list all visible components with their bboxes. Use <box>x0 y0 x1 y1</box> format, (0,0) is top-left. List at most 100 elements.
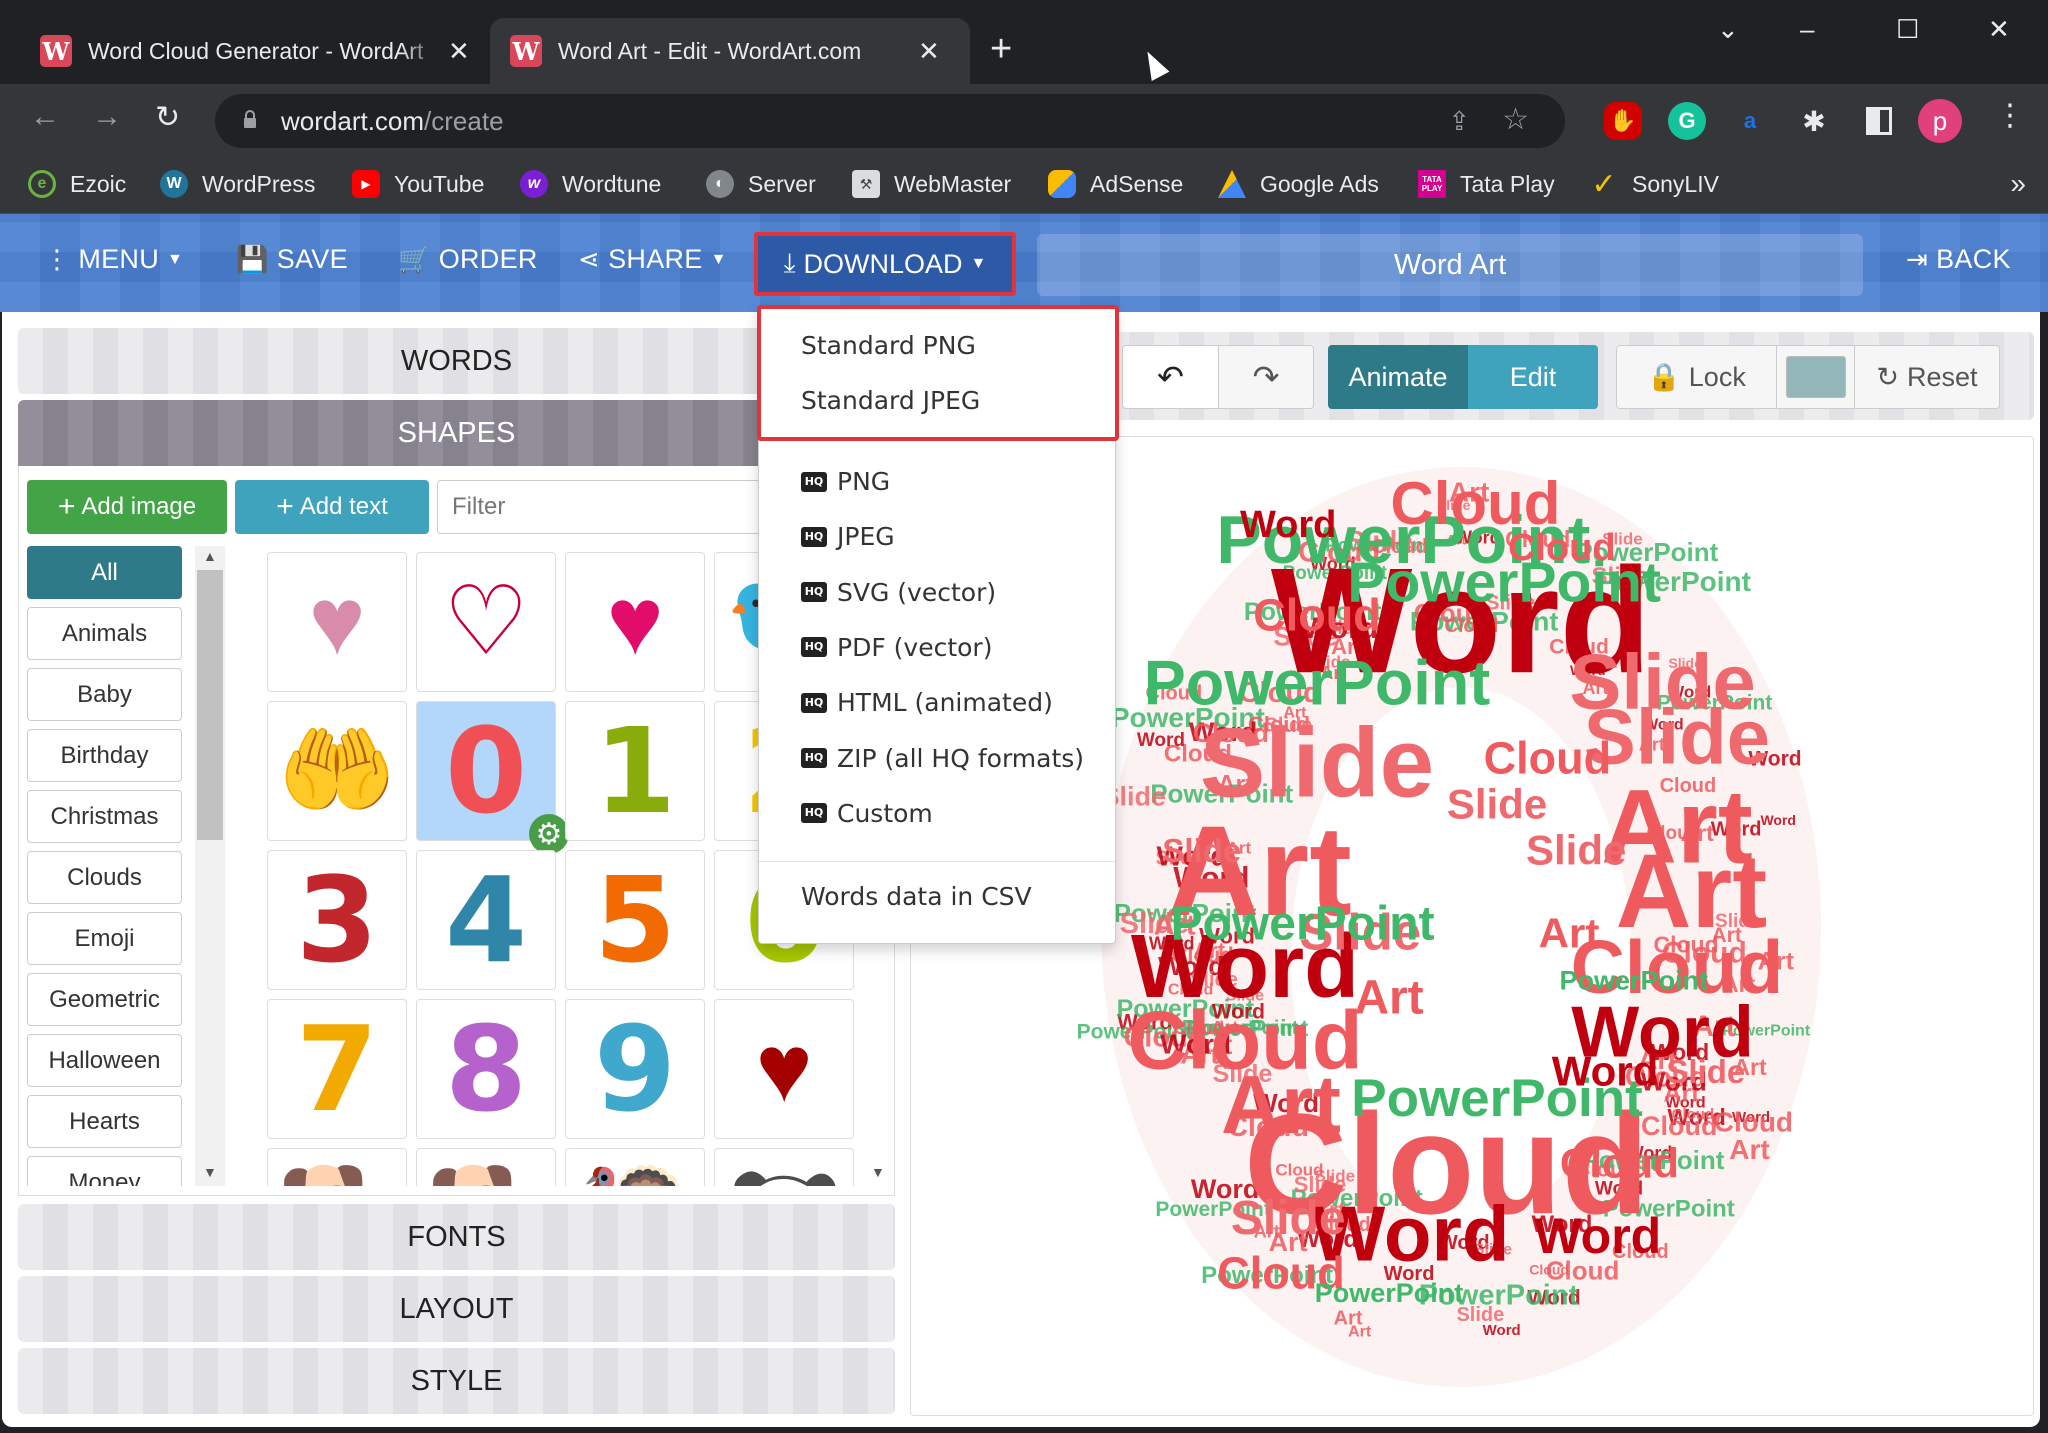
category-baby[interactable]: Baby <box>27 668 182 721</box>
share-button[interactable]: ⋖ SHARE ▼ <box>578 244 727 275</box>
forward-arrow-icon[interactable]: → <box>92 100 122 134</box>
scroll-down-icon[interactable]: ▼ <box>871 1164 885 1180</box>
number-9-shape[interactable]: 9 <box>565 999 705 1139</box>
back-arrow-icon[interactable]: ← <box>30 100 60 134</box>
animate-button[interactable]: Animate <box>1328 345 1468 409</box>
tab-word-art-edit[interactable]: W Word Art - Edit - WordArt.com ✕ <box>490 18 970 84</box>
minimize-button[interactable]: – <box>1800 14 1814 45</box>
number-8-shape[interactable]: 8 <box>416 999 556 1139</box>
number-5-shape[interactable]: 5 <box>565 850 705 990</box>
reload-icon[interactable]: ↻ <box>155 100 180 135</box>
bookmark-google-ads[interactable]: Google Ads <box>1218 170 1379 198</box>
cloud-word-powerpoint[interactable]: PowerPoint <box>1144 648 1491 718</box>
filter-input[interactable]: Filter <box>437 480 767 534</box>
maximize-button[interactable]: ☐ <box>1896 14 1919 45</box>
number-4-shape[interactable]: 4 <box>416 850 556 990</box>
bookmark-youtube[interactable]: ▶ YouTube <box>352 170 484 198</box>
cloud-word-art[interactable]: Art <box>1221 1058 1341 1151</box>
turkey-shape[interactable]: 🦃 <box>565 1148 705 1186</box>
bookmark-wordtune[interactable]: w Wordtune <box>520 170 661 198</box>
tab-search-chevron-icon[interactable]: ⌄ <box>1717 14 1739 45</box>
bookmark-wordpress[interactable]: W WordPress <box>160 170 315 198</box>
artwork-title-field[interactable]: Word Art <box>1037 234 1863 296</box>
scroll-down-icon[interactable]: ▼ <box>203 1164 217 1180</box>
cloud-word-art[interactable]: Art <box>1334 1308 1363 1330</box>
cloud-word-cloud[interactable]: Cloud <box>1641 1111 1717 1141</box>
cloud-word-word[interactable]: Word <box>1483 1322 1521 1339</box>
browser-menu-icon[interactable]: ⋮ <box>1995 98 2025 133</box>
number-3-shape[interactable]: 3 <box>267 850 407 990</box>
section-layout[interactable]: LAYOUT <box>18 1276 895 1342</box>
edit-button[interactable]: Edit <box>1468 345 1598 409</box>
category-clouds[interactable]: Clouds <box>27 851 182 904</box>
panda-shape[interactable]: 🐼 <box>714 1148 854 1186</box>
download-hq-html[interactable]: HQ HTML (animated) <box>801 688 1053 717</box>
download-hq-pdf[interactable]: HQ PDF (vector) <box>801 633 992 662</box>
category-money[interactable]: Money <box>27 1156 182 1186</box>
bookmark-star-icon[interactable]: ☆ <box>1502 102 1529 137</box>
cloud-word-powerpoint[interactable]: PowerPoint <box>1171 898 1435 951</box>
order-button[interactable]: 🛒 ORDER <box>398 244 538 275</box>
lock-button[interactable]: 🔒 Lock <box>1617 346 1777 408</box>
cloud-word-cloud[interactable]: Cloud <box>1560 1139 1679 1186</box>
category-christmas[interactable]: Christmas <box>27 790 182 843</box>
side-panel-icon[interactable] <box>1860 102 1898 140</box>
cloud-word-slide[interactable]: Slide <box>1162 832 1241 869</box>
download-button[interactable]: ⤓ DOWNLOAD ▼ <box>754 232 1016 296</box>
undo-button[interactable]: ↶ <box>1123 346 1219 408</box>
background-color-button[interactable] <box>1777 346 1855 408</box>
cloud-word-word[interactable]: Word <box>1240 504 1336 546</box>
tab-word-cloud-generator[interactable]: W Word Cloud Generator - WordArt ✕ <box>20 18 485 84</box>
share-page-icon[interactable]: ⇪ <box>1448 106 1470 137</box>
cloud-word-slide[interactable]: Slide <box>1666 1053 1745 1090</box>
bookmarks-overflow-icon[interactable]: » <box>2010 168 2026 200</box>
grammarly-extension-icon[interactable]: G <box>1668 102 1706 140</box>
dog-cat-shape[interactable]: 🐕 <box>267 1148 407 1186</box>
cloud-word-art[interactable]: Art <box>1354 971 1423 1024</box>
category-birthday[interactable]: Birthday <box>27 729 182 782</box>
download-hq-jpeg[interactable]: HQ JPEG <box>801 522 895 551</box>
extensions-puzzle-icon[interactable]: ✱ <box>1795 102 1833 140</box>
download-hq-zip[interactable]: HQ ZIP (all HQ formats) <box>801 744 1084 773</box>
download-hq-svg[interactable]: HQ SVG (vector) <box>801 578 996 607</box>
number-1-shape[interactable]: 1 <box>565 701 705 841</box>
redo-button[interactable]: ↷ <box>1219 346 1313 408</box>
hands-heart-shape[interactable]: 🤲 <box>267 701 407 841</box>
bookmark-webmaster[interactable]: ⚒ WebMaster <box>852 170 1011 198</box>
cloud-word-powerpoint[interactable]: PowerPoint <box>1315 1278 1464 1308</box>
menu-button[interactable]: ⋮ MENU ▼ <box>44 244 183 275</box>
category-hearts[interactable]: Hearts <box>27 1095 182 1148</box>
cloud-word-art[interactable]: Art <box>1539 909 1600 956</box>
heart-square-shape[interactable]: ♥ <box>565 552 705 692</box>
tab-close-icon[interactable]: ✕ <box>448 36 470 67</box>
cloud-word-slide[interactable]: Slide <box>1584 693 1770 781</box>
bookmark-sonyliv[interactable]: ✓ SonyLIV <box>1590 168 1719 201</box>
cloud-word-slide[interactable]: Slide <box>1231 1192 1346 1245</box>
cloud-word-cloud[interactable]: Cloud <box>1253 590 1380 641</box>
cloud-word-slide[interactable]: Slide <box>1526 826 1626 873</box>
new-tab-button[interactable]: + <box>990 30 1012 68</box>
bookmark-adsense[interactable]: AdSense <box>1048 170 1183 198</box>
address-bar[interactable]: wordart.com/create ⇪ ☆ <box>215 94 1565 148</box>
scroll-up-icon[interactable]: ▲ <box>203 548 217 564</box>
bookmark-ezoic[interactable]: e Ezoic <box>28 170 126 198</box>
heart-pets-shape[interactable]: ♥ <box>714 999 854 1139</box>
cloud-word-art[interactable]: Art <box>1729 1134 1769 1165</box>
shape-settings-gear-icon[interactable]: ⚙ <box>529 814 569 854</box>
adblock-extension-icon[interactable]: ✋ <box>1604 102 1642 140</box>
category-animals[interactable]: Animals <box>27 607 182 660</box>
profile-avatar[interactable]: p <box>1918 99 1962 143</box>
cloud-word-cloud[interactable]: Cloud <box>1484 732 1611 783</box>
heart-outline-shape[interactable]: ♥ <box>267 552 407 692</box>
download-hq-custom[interactable]: HQ Custom <box>801 799 933 828</box>
heart-arrow-shape[interactable]: ♡ <box>416 552 556 692</box>
back-button[interactable]: ⇥ BACK <box>1906 244 2011 275</box>
save-button[interactable]: 💾 SAVE <box>236 244 348 275</box>
category-scrollbar[interactable]: ▲ ▼ <box>195 546 225 1186</box>
cloud-word-cloud[interactable]: Cloud <box>1508 527 1616 569</box>
cloud-word-slide[interactable]: Slide <box>1447 780 1547 827</box>
cloud-word-word[interactable]: Word <box>1552 1047 1659 1094</box>
category-halloween[interactable]: Halloween <box>27 1034 182 1087</box>
download-standard-jpeg[interactable]: Standard JPEG <box>801 386 980 415</box>
download-hq-png[interactable]: HQ PNG <box>801 467 890 496</box>
